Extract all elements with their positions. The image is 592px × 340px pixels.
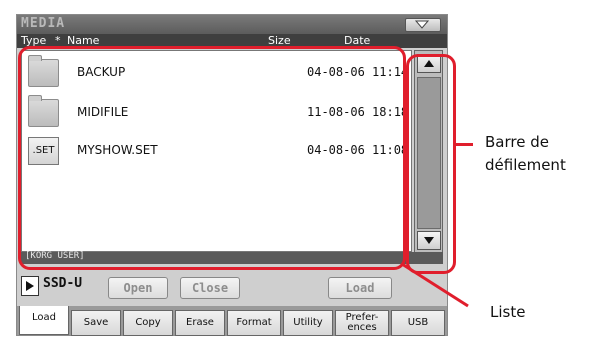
close-button[interactable]: Close bbox=[180, 277, 240, 299]
scrollbar-highlight-frame bbox=[406, 54, 456, 274]
load-button[interactable]: Load bbox=[328, 277, 392, 299]
list-highlight-frame bbox=[18, 46, 406, 270]
tab-load[interactable]: Load bbox=[19, 306, 69, 335]
page-menu-button[interactable] bbox=[405, 18, 441, 32]
drive-menu-button[interactable] bbox=[21, 276, 39, 296]
scrollbar-callout-line-2: défilement bbox=[485, 156, 566, 174]
tab-usb[interactable]: USB bbox=[391, 310, 445, 336]
title-bar: MEDIA bbox=[17, 15, 447, 34]
tab-save[interactable]: Save bbox=[71, 310, 121, 336]
window-title: MEDIA bbox=[21, 16, 66, 31]
open-button[interactable]: Open bbox=[108, 277, 168, 299]
scrollbar-callout-line bbox=[455, 143, 473, 146]
tab-utility[interactable]: Utility bbox=[283, 310, 333, 336]
drive-label: SSD-U bbox=[43, 276, 83, 291]
tab-copy[interactable]: Copy bbox=[123, 310, 173, 336]
scrollbar-callout-line-1: Barre de bbox=[485, 133, 549, 151]
triangle-down-icon bbox=[415, 20, 429, 29]
triangle-right-icon bbox=[26, 281, 34, 291]
list-callout-line bbox=[401, 262, 469, 308]
drive-selector[interactable]: SSD-U bbox=[21, 275, 121, 297]
tab-preferences[interactable]: Prefer- ences bbox=[335, 310, 389, 336]
tab-erase[interactable]: Erase bbox=[175, 310, 225, 336]
tab-format[interactable]: Format bbox=[227, 310, 281, 336]
tab-bar: Load Save Copy Erase Format Utility Pref… bbox=[17, 306, 447, 336]
scrollbar-callout: Barre de défilement bbox=[485, 131, 566, 177]
list-callout: Liste bbox=[490, 303, 526, 321]
